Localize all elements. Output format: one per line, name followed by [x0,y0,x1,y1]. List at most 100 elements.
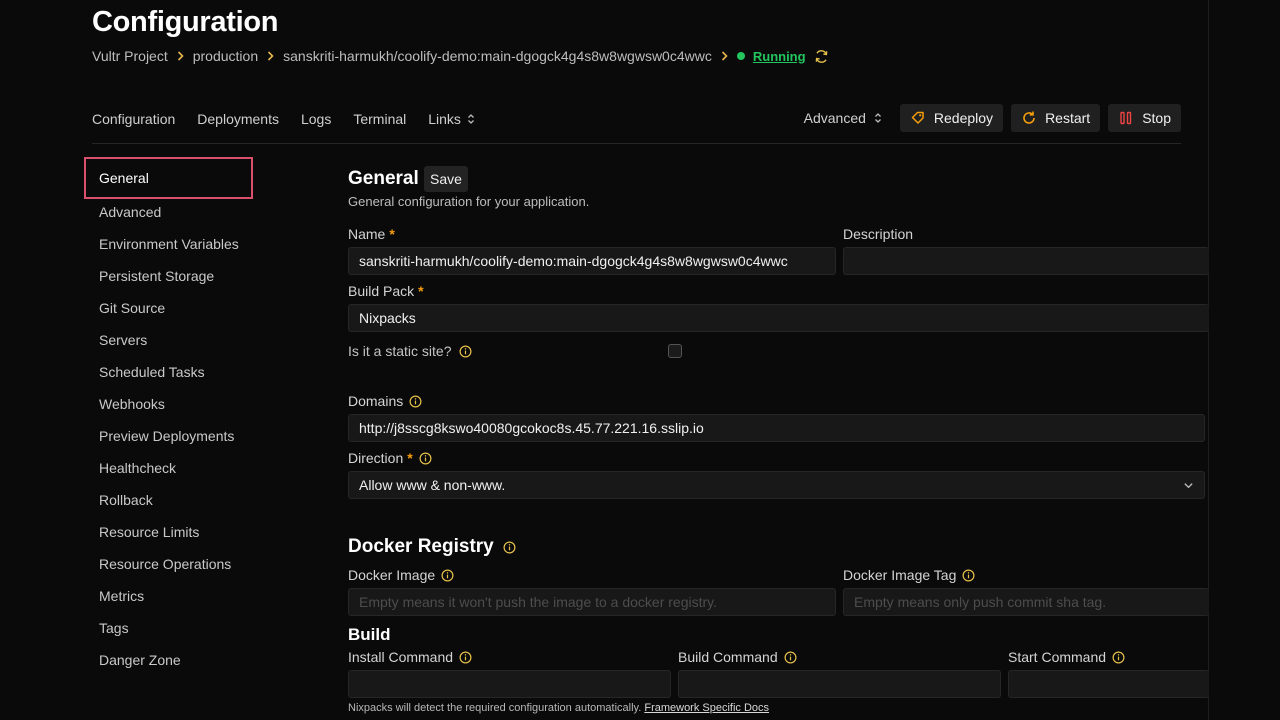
docker-image-tag-label: Docker Image Tag [843,567,975,583]
tab-links[interactable]: Links [428,111,475,127]
restart-icon [1023,111,1035,124]
breadcrumb-resource[interactable]: sanskriti-harmukh/coolify-demo:main-dgog… [283,48,712,64]
redeploy-icon [911,111,924,124]
docker-image-input[interactable]: Empty means it won't push the image to a… [348,588,836,616]
redeploy-label: Redeploy [933,110,994,126]
docker-image-label: Docker Image [348,567,454,583]
direction-label: Direction * [348,450,432,466]
chevron-right-icon [177,51,184,61]
info-icon[interactable] [419,452,432,465]
build-pack-select[interactable]: Nixpacks [348,304,1209,332]
breadcrumb-environment[interactable]: production [193,48,258,64]
restart-label: Restart [1045,110,1091,126]
sidebar-item-tags[interactable]: Tags [84,612,304,644]
tab-links-label: Links [428,111,461,127]
static-site-label-text: Is it a static site? [348,343,452,359]
page-title: Configuration [92,6,279,38]
sidebar-item-danger-zone[interactable]: Danger Zone [84,644,304,676]
tab-configuration[interactable]: Configuration [92,111,175,127]
refresh-icon[interactable] [814,49,829,64]
breadcrumb-project[interactable]: Vultr Project [92,48,168,64]
info-icon[interactable] [962,569,975,582]
direction-label-text: Direction [348,450,404,466]
resource-tabs: Configuration Deployments Logs Terminal … [92,108,497,130]
status-running-link[interactable]: Running [753,49,806,64]
status-dot-icon [736,52,745,60]
sidebar-item-webhooks[interactable]: Webhooks [84,388,304,420]
sidebar-item-scheduled-tasks[interactable]: Scheduled Tasks [84,356,304,388]
sidebar-item-resource-limits[interactable]: Resource Limits [84,516,304,548]
domains-input[interactable]: http://j8sscg8kswo40080gcokoc8s.45.77.22… [348,414,1205,442]
build-command-input[interactable] [678,670,1001,698]
chevron-right-icon [267,51,274,61]
info-icon[interactable] [441,569,454,582]
info-icon[interactable] [503,541,516,554]
stop-icon [1120,111,1132,125]
advanced-dropdown[interactable]: Advanced [804,110,882,126]
config-sidebar: General Advanced Environment Variables P… [84,157,304,676]
sidebar-item-preview-deployments[interactable]: Preview Deployments [84,420,304,452]
name-label-text: Name [348,226,386,242]
chevron-up-down-icon [874,112,882,124]
breadcrumb: Vultr Project production sanskriti-harmu… [92,46,829,66]
static-site-label: Is it a static site? [348,343,472,359]
info-icon[interactable] [459,345,472,358]
sidebar-item-metrics[interactable]: Metrics [84,580,304,612]
tab-deployments[interactable]: Deployments [197,111,279,127]
chevron-right-icon [721,51,728,61]
info-icon[interactable] [459,651,472,664]
stop-label: Stop [1142,110,1171,126]
start-command-label: Start Command [1008,649,1125,665]
domains-label: Domains [348,393,422,409]
description-input[interactable] [843,247,1209,275]
required-marker: * [389,226,395,242]
required-marker: * [418,283,424,299]
info-icon[interactable] [409,395,422,408]
docker-image-tag-input[interactable]: Empty means only push commit sha tag. [843,588,1209,616]
advanced-dropdown-label: Advanced [803,110,866,126]
sidebar-item-servers[interactable]: Servers [84,324,304,356]
name-label: Name * [348,226,395,242]
stop-button[interactable]: Stop [1108,104,1181,132]
resource-actions: Advanced Redeploy Restart Stop [804,104,1181,132]
restart-button[interactable]: Restart [1011,104,1101,132]
chevron-up-down-icon [467,113,475,125]
install-command-label: Install Command [348,649,472,665]
framework-docs-link[interactable]: Framework Specific Docs [644,702,769,714]
sidebar-item-persistent-storage[interactable]: Persistent Storage [84,260,304,292]
redeploy-button[interactable]: Redeploy [899,104,1004,132]
build-pack-label: Build Pack * [348,283,424,299]
tab-terminal[interactable]: Terminal [353,111,406,127]
nav-divider [92,143,1181,144]
general-subtitle: General configuration for your applicati… [348,194,590,209]
start-command-input[interactable] [1008,670,1209,698]
build-command-label-text: Build Command [678,649,778,665]
docker-image-label-text: Docker Image [348,567,436,583]
sidebar-item-general[interactable]: General [84,157,253,199]
domains-label-text: Domains [348,393,404,409]
required-marker: * [407,450,413,466]
chevron-down-icon [1183,480,1194,491]
build-section-title: Build [348,625,391,644]
tab-logs[interactable]: Logs [301,111,331,127]
sidebar-item-git-source[interactable]: Git Source [84,292,304,324]
docker-registry-title-text: Docker Registry [348,536,494,557]
general-section-title: General [348,168,419,189]
direction-select-value: Allow www & non-www. [359,477,506,493]
sidebar-item-resource-operations[interactable]: Resource Operations [84,548,304,580]
info-icon[interactable] [784,651,797,664]
build-command-label: Build Command [678,649,797,665]
sidebar-item-rollback[interactable]: Rollback [84,484,304,516]
sidebar-item-healthcheck[interactable]: Healthcheck [84,452,304,484]
direction-select[interactable]: Allow www & non-www. [348,471,1205,499]
sidebar-item-environment-variables[interactable]: Environment Variables [84,228,304,260]
install-command-input[interactable] [348,670,671,698]
description-label-text: Description [843,226,914,242]
save-button[interactable]: Save [424,166,468,192]
start-command-label-text: Start Command [1008,649,1107,665]
info-icon[interactable] [1112,651,1125,664]
sidebar-item-advanced[interactable]: Advanced [84,196,304,228]
static-site-checkbox[interactable] [668,344,682,358]
name-input[interactable]: sanskriti-harmukh/coolify-demo:main-dgog… [348,247,836,275]
build-pack-label-text: Build Pack [348,283,415,299]
